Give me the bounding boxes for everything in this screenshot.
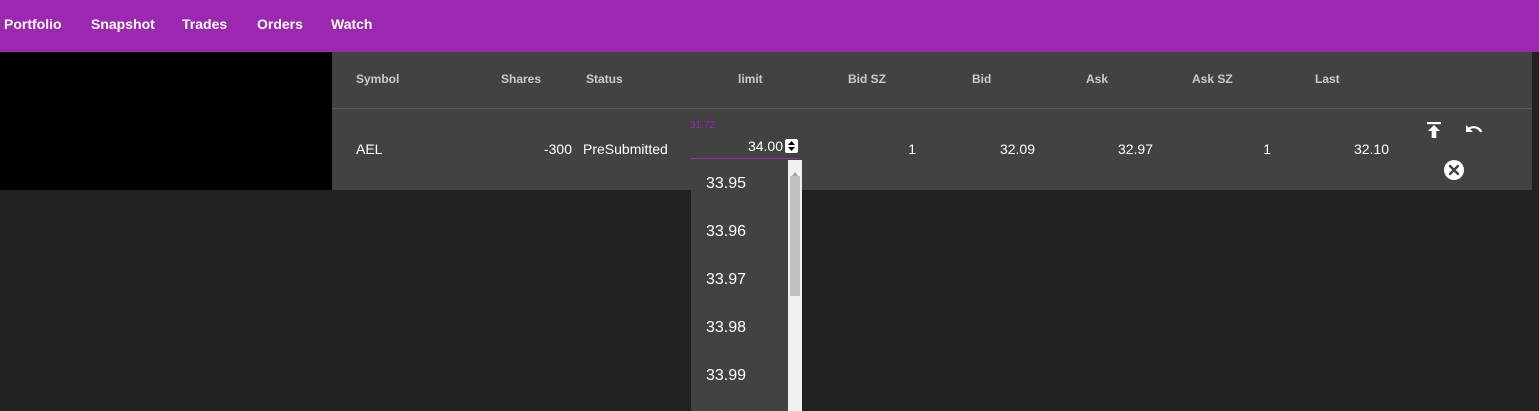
black-panel bbox=[0, 52, 332, 190]
dropdown-scrollbar[interactable] bbox=[788, 160, 802, 411]
cell-ask: 32.97 bbox=[1117, 141, 1153, 157]
cell-last: 32.10 bbox=[1353, 141, 1389, 157]
header-symbol[interactable]: Symbol bbox=[356, 72, 399, 86]
nav-portfolio[interactable]: Portfolio bbox=[4, 16, 62, 32]
nav-trades[interactable]: Trades bbox=[182, 16, 227, 32]
nav-snapshot[interactable]: Snapshot bbox=[91, 16, 155, 32]
cell-ask-sz: 1 bbox=[1263, 141, 1271, 157]
scroll-down-arrow-icon[interactable] bbox=[791, 403, 799, 411]
cell-bid: 32.09 bbox=[999, 141, 1035, 157]
dropdown-option[interactable]: 33.99 bbox=[706, 367, 746, 385]
header-limit[interactable]: limit bbox=[738, 72, 763, 86]
top-nav-bar: Portfolio Snapshot Trades Orders Watch bbox=[0, 0, 1539, 52]
dropdown-option[interactable]: 33.95 bbox=[706, 175, 746, 193]
cell-symbol: AEL bbox=[356, 141, 383, 157]
limit-dropdown-list[interactable]: 33.95 33.96 33.97 33.98 33.99 bbox=[691, 160, 802, 411]
upload-icon[interactable] bbox=[1424, 120, 1444, 145]
limit-input-value[interactable]: 34.00 bbox=[748, 138, 783, 154]
cell-status: PreSubmitted bbox=[583, 141, 668, 157]
cell-bid-sz: 1 bbox=[908, 141, 916, 157]
orders-table: Symbol Shares Status limit Bid SZ Bid As… bbox=[332, 52, 1532, 190]
cell-shares: -300 bbox=[543, 141, 572, 157]
header-bid-sz[interactable]: Bid SZ bbox=[848, 72, 886, 86]
nav-orders[interactable]: Orders bbox=[257, 16, 303, 32]
close-circle-icon[interactable] bbox=[1443, 159, 1465, 186]
header-divider bbox=[332, 108, 1532, 109]
limit-input[interactable]: 34.00 bbox=[691, 128, 799, 159]
dropdown-option[interactable]: 33.97 bbox=[706, 271, 746, 289]
nav-watch[interactable]: Watch bbox=[331, 16, 372, 32]
spinner-icon[interactable] bbox=[785, 139, 798, 153]
dropdown-option[interactable]: 33.96 bbox=[706, 223, 746, 241]
header-ask[interactable]: Ask bbox=[1086, 72, 1108, 86]
header-status[interactable]: Status bbox=[586, 72, 623, 86]
scrollbar-thumb[interactable] bbox=[790, 176, 800, 296]
header-last[interactable]: Last bbox=[1315, 72, 1340, 86]
dropdown-option[interactable]: 33.98 bbox=[706, 319, 746, 337]
header-bid[interactable]: Bid bbox=[972, 72, 991, 86]
header-ask-sz[interactable]: Ask SZ bbox=[1192, 72, 1233, 86]
undo-icon[interactable] bbox=[1462, 120, 1486, 145]
header-shares[interactable]: Shares bbox=[501, 72, 541, 86]
